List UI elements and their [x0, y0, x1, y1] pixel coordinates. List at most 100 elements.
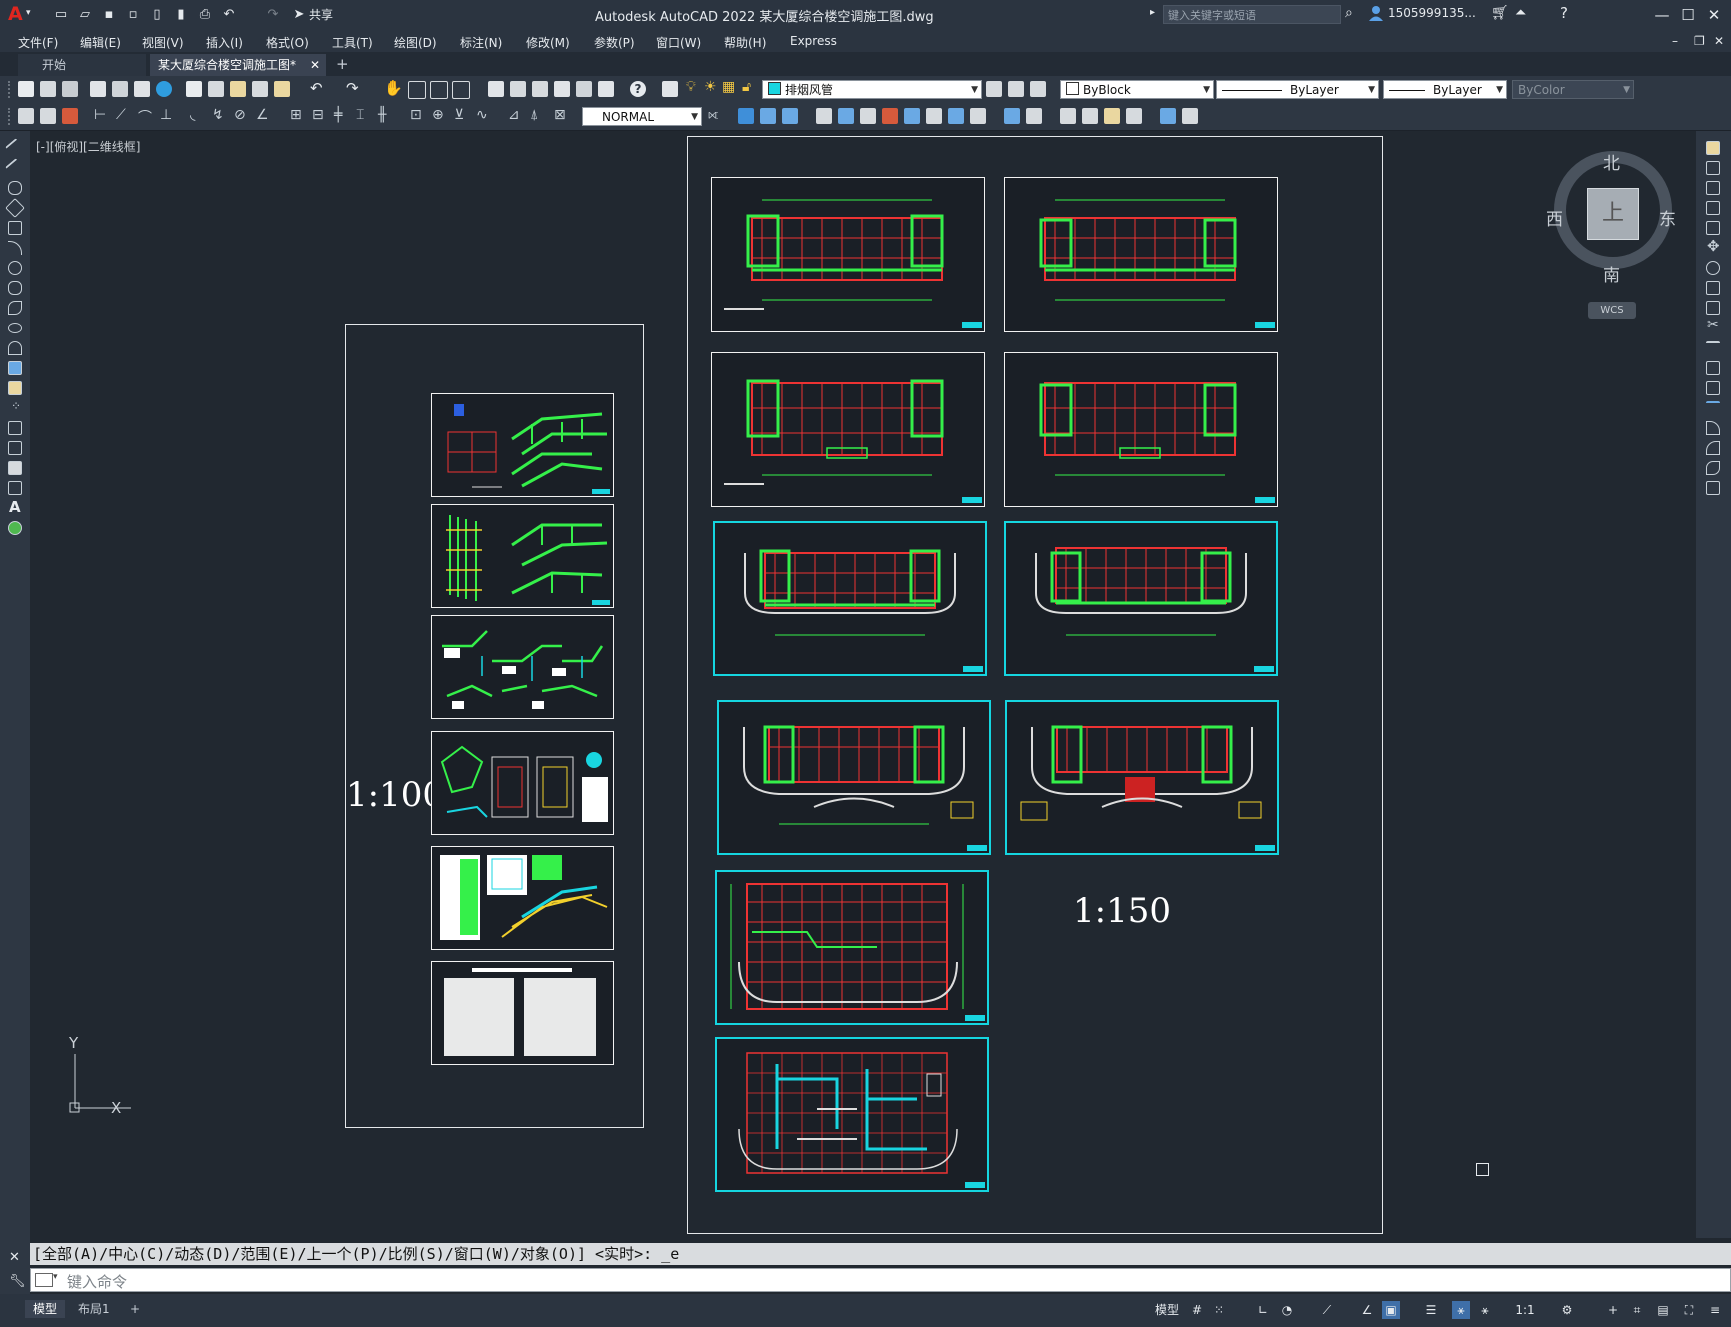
undo-icon[interactable]: ↶	[220, 6, 238, 24]
viewport-controls[interactable]: [-][俯视][二维线框]	[36, 138, 140, 155]
paste-icon[interactable]	[230, 81, 246, 97]
add-layout-button[interactable]: +	[122, 1300, 148, 1318]
dim-update-icon[interactable]: ⊠	[554, 107, 566, 123]
print-icon[interactable]	[90, 81, 106, 97]
sheet-floor-plan-7[interactable]	[717, 700, 991, 855]
layer-vp-icon[interactable]: ▦	[722, 79, 735, 95]
extend-tool-icon[interactable]	[1706, 341, 1720, 355]
osnap-tracking-icon[interactable]: ∠	[1358, 1301, 1376, 1319]
autodesk-app-icon[interactable]: ⏶	[1515, 5, 1526, 21]
doc-minimize-icon[interactable]: –	[1672, 34, 1678, 48]
lineweight-toggle-icon[interactable]: ☰	[1422, 1301, 1440, 1319]
mtext-tool-icon[interactable]: A	[9, 498, 21, 516]
revision-cloud-icon[interactable]	[8, 281, 22, 295]
offset-icon[interactable]	[816, 108, 832, 124]
menu-view[interactable]: 视图(V)	[142, 34, 184, 51]
wcs-menu[interactable]: WCS	[1588, 302, 1636, 319]
join-tool-icon[interactable]	[1706, 401, 1720, 415]
sheet-system-3[interactable]	[431, 615, 614, 719]
polyline-icon[interactable]	[8, 181, 22, 195]
search-input[interactable]: 键入关键字或短语	[1163, 5, 1341, 24]
point-icon[interactable]: ⁘	[11, 399, 21, 413]
mirror-object-icon[interactable]	[782, 108, 798, 124]
move-tool-icon[interactable]: ✥	[1707, 237, 1720, 255]
radius-dim-icon[interactable]: ◟	[190, 107, 195, 123]
properties-panel-icon[interactable]	[18, 108, 34, 124]
cart-icon[interactable]: 🛒︎	[1491, 5, 1509, 21]
compass-north[interactable]: 北	[1603, 149, 1620, 174]
sheet-floor-plan-3[interactable]	[711, 352, 985, 507]
autocad-logo-icon[interactable]: A	[8, 4, 26, 24]
blend-icon[interactable]	[1126, 108, 1142, 124]
rotate-object-icon[interactable]	[882, 108, 898, 124]
ungroup-icon[interactable]	[1182, 108, 1198, 124]
command-customize-icon[interactable]: 🔧︎	[9, 1274, 26, 1289]
stretch-tool-icon[interactable]	[1706, 301, 1720, 315]
save-web-icon[interactable]: ▮	[172, 6, 190, 24]
menu-window[interactable]: 窗口(W)	[656, 34, 701, 51]
undo-tool-icon[interactable]: ↶	[310, 79, 323, 97]
layer-properties-icon[interactable]	[662, 81, 678, 97]
break-at-point-icon[interactable]	[1706, 361, 1720, 375]
tab-drawing[interactable]: 某大厦综合楼空调施工图* ✕	[150, 54, 326, 76]
markup-icon[interactable]	[576, 81, 592, 97]
layer-dropdown[interactable]: 排烟风管 ▼	[762, 80, 982, 99]
sheet-floor-plan-1[interactable]	[711, 177, 985, 332]
ortho-icon[interactable]: ∟	[1254, 1301, 1272, 1319]
menu-format[interactable]: 格式(O)	[266, 34, 309, 51]
plotstyle-dropdown[interactable]: ByColor ▼	[1512, 80, 1634, 99]
save-icon[interactable]: ▪	[100, 6, 118, 24]
zoom-realtime-icon[interactable]	[408, 81, 426, 99]
continue-dim-icon[interactable]: ╪	[334, 107, 342, 123]
mtext-icon[interactable]	[738, 108, 754, 124]
layer-iso-icon[interactable]	[62, 108, 78, 124]
compass-west[interactable]: 西	[1546, 205, 1563, 230]
new-tab-button[interactable]: +	[336, 55, 349, 73]
maximize-icon[interactable]: ☐	[1676, 4, 1700, 26]
aligned-dim-icon[interactable]: ⟋	[116, 107, 126, 123]
dim-break-icon[interactable]: ╫	[378, 107, 386, 123]
spline-icon[interactable]	[8, 301, 22, 315]
color-dropdown[interactable]: ByBlock ▼	[1060, 80, 1214, 99]
isodraft-icon[interactable]: ⟋	[1318, 1301, 1336, 1319]
chevron-right-icon[interactable]: ▸	[1150, 7, 1155, 18]
compass-south[interactable]: 南	[1603, 261, 1620, 286]
calculator-icon[interactable]	[598, 81, 614, 97]
jogged-linear-icon[interactable]: ∿	[476, 107, 488, 123]
tool-palettes-icon[interactable]	[532, 81, 548, 97]
user-account[interactable]: 1505999135...	[1388, 6, 1476, 20]
copy-tool-icon[interactable]	[1706, 161, 1720, 175]
tolerance-icon[interactable]: ⊡	[410, 107, 422, 123]
auto-scale-icon[interactable]: ⚹	[1476, 1301, 1494, 1319]
minimize-icon[interactable]: —	[1650, 4, 1674, 26]
layer-match-icon[interactable]	[1008, 81, 1024, 97]
annotation-scale[interactable]: 1:1	[1514, 1301, 1536, 1319]
help-tool-icon[interactable]: ?	[630, 81, 646, 97]
open-web-icon[interactable]: ▯	[148, 6, 166, 24]
array-icon[interactable]	[838, 108, 854, 124]
make-block-icon[interactable]	[8, 381, 22, 395]
add-selected-icon[interactable]	[8, 521, 22, 535]
tab-close-icon[interactable]: ✕	[310, 54, 320, 76]
osnap-icon[interactable]: ▣	[1382, 1301, 1400, 1319]
zoom-previous-icon[interactable]	[452, 81, 470, 99]
sheet-legend[interactable]	[431, 846, 614, 950]
ordinate-dim-icon[interactable]: ⊥	[160, 107, 172, 123]
sheet-floor-plan-2[interactable]	[1004, 177, 1278, 332]
sheet-system-2[interactable]	[431, 504, 614, 608]
snap-icon[interactable]: ⁙	[1210, 1301, 1228, 1319]
dim-style-icon[interactable]: ⟖	[708, 107, 719, 123]
layer-previous-icon[interactable]	[1030, 81, 1046, 97]
extend-icon[interactable]	[970, 108, 986, 124]
customization-icon[interactable]: ≡	[1706, 1301, 1724, 1319]
mirror-tool-icon[interactable]	[1706, 181, 1720, 195]
copy-object-icon[interactable]	[760, 108, 776, 124]
region-icon[interactable]	[8, 461, 22, 475]
circle-icon[interactable]	[8, 261, 22, 275]
sheet-basement-plan-2[interactable]	[715, 1037, 989, 1192]
break-icon[interactable]	[1004, 108, 1020, 124]
blend-curves-icon[interactable]	[1706, 461, 1720, 475]
scale-tool-icon[interactable]	[1706, 281, 1720, 295]
quick-dim-icon[interactable]: ⊞	[290, 107, 302, 123]
center-mark-icon[interactable]: ⊕	[432, 107, 444, 123]
